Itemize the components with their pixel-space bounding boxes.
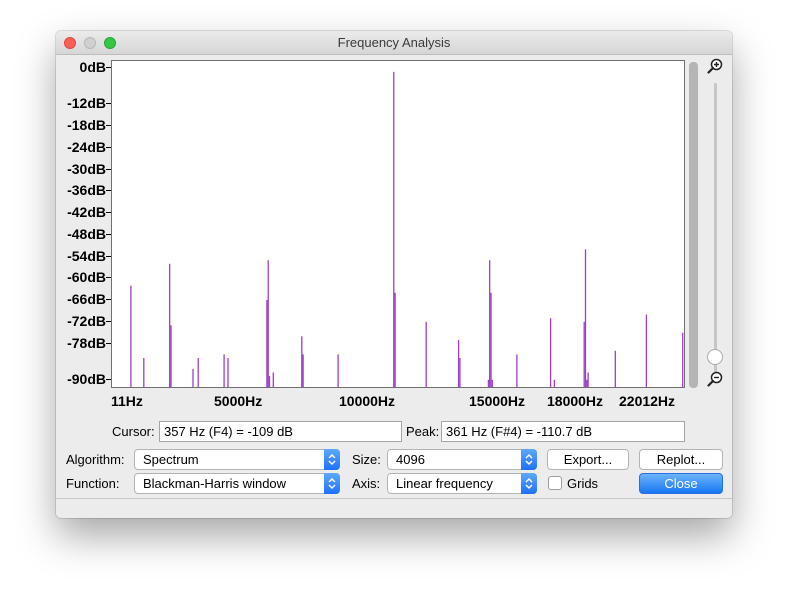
y-axis-label: -42dB bbox=[67, 204, 106, 220]
zoom-slider-thumb[interactable] bbox=[707, 349, 723, 365]
spectrum-plot[interactable] bbox=[111, 60, 685, 388]
replot-button[interactable]: Replot... bbox=[639, 449, 723, 470]
x-axis-label: 15000Hz bbox=[469, 393, 526, 409]
up-down-chevron-icon bbox=[521, 473, 537, 494]
peak-label: Peak: bbox=[406, 424, 440, 439]
y-axis-label: -48dB bbox=[67, 226, 106, 242]
y-axis-label: -54dB bbox=[67, 248, 106, 264]
y-axis-label: -60dB bbox=[67, 269, 106, 285]
y-axis-label: -90dB bbox=[67, 371, 106, 387]
title-bar[interactable]: Frequency Analysis bbox=[56, 31, 732, 55]
grids-label[interactable]: Grids bbox=[567, 476, 598, 491]
size-label: Size: bbox=[352, 452, 381, 467]
algorithm-label: Algorithm: bbox=[66, 452, 125, 467]
status-bar bbox=[56, 498, 732, 518]
function-label: Function: bbox=[66, 476, 120, 491]
up-down-chevron-icon bbox=[521, 449, 537, 470]
y-axis-label: -78dB bbox=[67, 335, 106, 351]
cursor-label: Cursor: bbox=[112, 424, 155, 439]
function-select[interactable]: Blackman-Harris window bbox=[134, 473, 340, 494]
window-title: Frequency Analysis bbox=[337, 35, 451, 50]
zoom-in-icon[interactable] bbox=[707, 58, 723, 74]
zoom-out-icon[interactable] bbox=[707, 371, 723, 387]
size-select-value: 4096 bbox=[396, 452, 425, 467]
peak-value-field[interactable]: 361 Hz (F#4) = -110.7 dB bbox=[441, 421, 685, 442]
close-button[interactable]: Close bbox=[639, 473, 723, 494]
zoom-slider-track[interactable] bbox=[714, 83, 717, 383]
x-axis-label: 18000Hz bbox=[547, 393, 604, 409]
y-axis-label: 0dB bbox=[79, 59, 106, 75]
y-axis-label: -36dB bbox=[67, 182, 106, 198]
y-axis-label: -24dB bbox=[67, 139, 106, 155]
axis-label: Axis: bbox=[352, 476, 381, 491]
algorithm-select[interactable]: Spectrum bbox=[134, 449, 340, 470]
x-axis-label: 11Hz bbox=[111, 393, 143, 409]
x-axis-label: 10000Hz bbox=[339, 393, 396, 409]
x-axis-label: 22012Hz bbox=[619, 393, 676, 409]
algorithm-select-value: Spectrum bbox=[143, 452, 199, 467]
up-down-chevron-icon bbox=[324, 449, 340, 470]
function-select-value: Blackman-Harris window bbox=[143, 476, 287, 491]
y-axis-label: -30dB bbox=[67, 161, 106, 177]
y-axis-label: -66dB bbox=[67, 291, 106, 307]
frequency-analysis-window: Frequency Analysis 0dB -12dB -18dB -24dB -30… bbox=[56, 31, 732, 518]
y-axis-label: -12dB bbox=[67, 95, 106, 111]
spectrum-canvas bbox=[130, 71, 684, 387]
y-axis-label: -72dB bbox=[67, 313, 106, 329]
export-button[interactable]: Export... bbox=[547, 449, 629, 470]
axis-select-value: Linear frequency bbox=[396, 476, 493, 491]
vertical-scrollbar[interactable] bbox=[689, 62, 698, 388]
x-axis-label: 5000Hz bbox=[214, 393, 263, 409]
grids-checkbox[interactable] bbox=[548, 476, 562, 490]
cursor-value-field[interactable]: 357 Hz (F4) = -109 dB bbox=[159, 421, 402, 442]
axis-select[interactable]: Linear frequency bbox=[387, 473, 537, 494]
size-select[interactable]: 4096 bbox=[387, 449, 537, 470]
y-axis-label: -18dB bbox=[67, 117, 106, 133]
up-down-chevron-icon bbox=[324, 473, 340, 494]
